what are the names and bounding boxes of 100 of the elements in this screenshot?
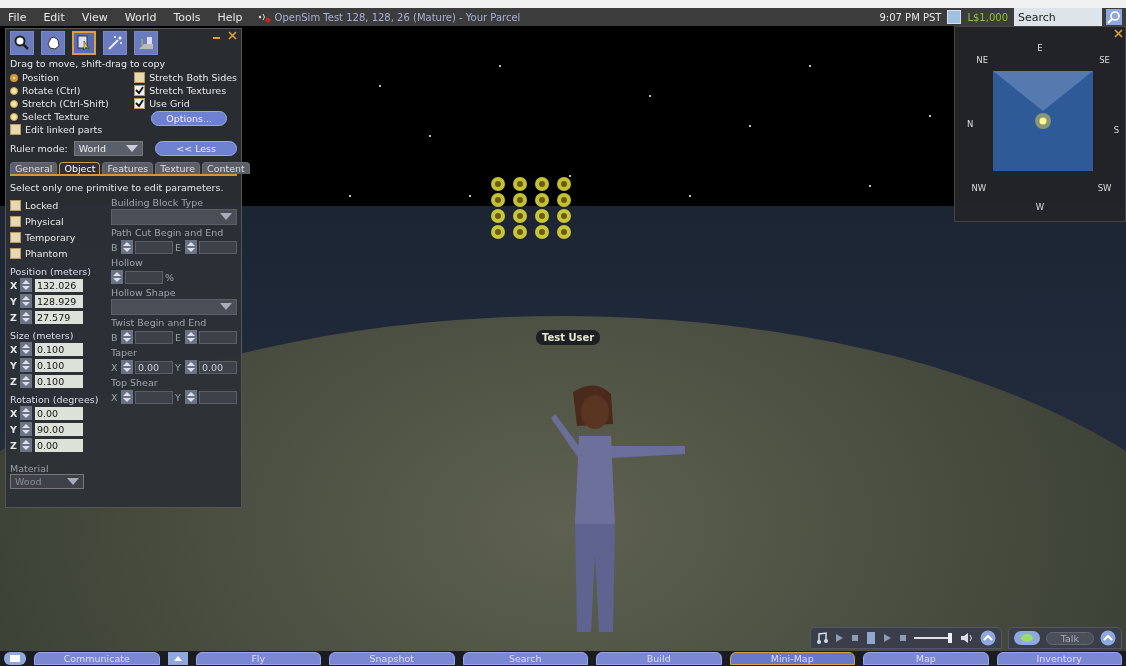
stop-icon[interactable] xyxy=(849,633,860,643)
spinner-icon[interactable] xyxy=(121,240,133,254)
checkbox[interactable] xyxy=(10,215,21,227)
chat-icon[interactable] xyxy=(4,652,26,665)
expand-up-icon[interactable] xyxy=(1100,630,1116,646)
number-field[interactable] xyxy=(135,330,173,344)
close-icon[interactable] xyxy=(1114,29,1123,38)
tab[interactable]: Content xyxy=(202,162,250,174)
number-field[interactable]: 90.00 xyxy=(35,422,83,436)
number-field[interactable] xyxy=(199,240,237,254)
checkbox[interactable] xyxy=(134,85,146,96)
radio-button[interactable] xyxy=(10,73,18,82)
menu-item[interactable]: Edit xyxy=(35,10,74,24)
shape-dropdown[interactable] xyxy=(111,209,237,225)
number-field[interactable]: 132.026 xyxy=(35,278,83,292)
axis-label: Z xyxy=(10,311,17,323)
message-text: Select only one primitive to edit parameters. xyxy=(10,182,225,193)
checkbox[interactable] xyxy=(10,231,21,243)
menu-item[interactable]: Help xyxy=(209,10,252,24)
spinner-icon[interactable] xyxy=(20,342,32,356)
number-field[interactable]: 0.100 xyxy=(35,358,83,372)
spinner-icon[interactable] xyxy=(185,390,197,404)
number-field[interactable] xyxy=(199,330,237,344)
spinner-icon[interactable] xyxy=(121,330,133,344)
number-field[interactable]: 0.100 xyxy=(35,342,83,356)
axis-label: B xyxy=(111,331,119,343)
spinner-icon[interactable] xyxy=(20,422,32,436)
location-text[interactable]: OpenSim Test 128, 128, 26 (Mature) - Your Parcel xyxy=(274,11,521,23)
currency-icon[interactable] xyxy=(947,10,962,24)
dropdown-arrow-icon xyxy=(220,303,232,311)
number-field[interactable]: 0.00 xyxy=(35,438,83,452)
radio-button[interactable] xyxy=(10,112,18,121)
compass-label: W xyxy=(1035,202,1045,213)
search-field[interactable]: Search xyxy=(1014,8,1102,26)
parameter-label: Hollow xyxy=(111,257,144,269)
expand-up-icon[interactable] xyxy=(167,652,188,665)
number-field[interactable] xyxy=(135,240,173,254)
spinner-icon[interactable] xyxy=(20,358,32,372)
radio-button[interactable] xyxy=(10,99,18,108)
radio-label: Rotate (Ctrl) xyxy=(22,85,81,96)
spinner-icon[interactable] xyxy=(20,278,32,292)
shape-dropdown[interactable] xyxy=(111,299,237,315)
radio-label: Select Texture xyxy=(22,111,90,122)
number-field[interactable]: 0.100 xyxy=(35,374,83,388)
move-tool-button[interactable] xyxy=(41,31,65,55)
number-field[interactable] xyxy=(125,270,163,284)
checkbox[interactable] xyxy=(10,199,21,211)
cursor-icon xyxy=(76,35,92,51)
create-tool-button[interactable] xyxy=(103,31,127,55)
less-button[interactable]: << Less xyxy=(155,141,237,156)
close-icon[interactable] xyxy=(228,31,237,40)
focus-tool-button[interactable] xyxy=(10,31,34,55)
menu-item[interactable]: Tools xyxy=(165,10,210,24)
edit-tool-button[interactable] xyxy=(72,31,96,55)
film-icon[interactable] xyxy=(865,632,876,644)
spinner-icon[interactable] xyxy=(185,330,197,344)
axis-label: Z xyxy=(10,439,17,451)
chat-bubble-icon[interactable] xyxy=(1013,631,1040,645)
checkbox-label: Temporary xyxy=(25,231,76,243)
number-field[interactable] xyxy=(135,390,173,404)
number-field[interactable]: 128.929 xyxy=(35,294,83,308)
spinner-icon[interactable] xyxy=(111,270,123,284)
checkbox-label: Physical xyxy=(25,215,64,227)
ruler-mode-dropdown[interactable]: World xyxy=(73,141,144,156)
checkbox[interactable] xyxy=(10,247,21,259)
tab[interactable]: Features xyxy=(102,162,154,174)
number-field[interactable]: 0.00 xyxy=(35,406,83,420)
tab[interactable]: Texture xyxy=(155,162,201,174)
spinner-icon[interactable] xyxy=(185,360,197,374)
menu-item[interactable]: World xyxy=(116,10,166,24)
land-tool-button[interactable] xyxy=(134,31,158,55)
spinner-icon[interactable] xyxy=(185,240,197,254)
spinner-icon[interactable] xyxy=(121,360,133,374)
volume-slider-icon[interactable] xyxy=(913,632,954,644)
speaker-icon[interactable] xyxy=(257,11,272,23)
checkbox[interactable] xyxy=(10,124,21,135)
spinner-icon[interactable] xyxy=(121,390,133,404)
talk-button[interactable]: Talk xyxy=(1045,631,1094,645)
spinner-icon[interactable] xyxy=(20,310,32,324)
music-note-icon[interactable] xyxy=(815,632,828,644)
tab[interactable]: Object xyxy=(59,162,101,174)
menu-item[interactable]: View xyxy=(73,10,117,24)
checkbox[interactable] xyxy=(134,98,146,109)
spinner-icon[interactable] xyxy=(20,406,32,420)
expand-up-icon[interactable] xyxy=(979,630,996,646)
speaker-icon[interactable] xyxy=(959,632,974,644)
menu-item[interactable]: File xyxy=(0,10,36,24)
axis-label: X xyxy=(111,361,119,373)
tab[interactable]: General xyxy=(10,162,58,174)
checkbox[interactable] xyxy=(134,72,146,83)
parameter-label: Path Cut Begin and End xyxy=(111,227,225,239)
stop-icon[interactable] xyxy=(897,633,908,643)
play-icon[interactable] xyxy=(833,633,844,643)
spinner-icon[interactable] xyxy=(20,374,32,388)
number-field[interactable]: 27.579 xyxy=(35,310,83,324)
play-icon[interactable] xyxy=(881,633,892,643)
spinner-icon[interactable] xyxy=(20,294,32,308)
number-field[interactable] xyxy=(199,390,237,404)
spinner-icon[interactable] xyxy=(20,438,32,452)
radio-button[interactable] xyxy=(10,86,18,95)
